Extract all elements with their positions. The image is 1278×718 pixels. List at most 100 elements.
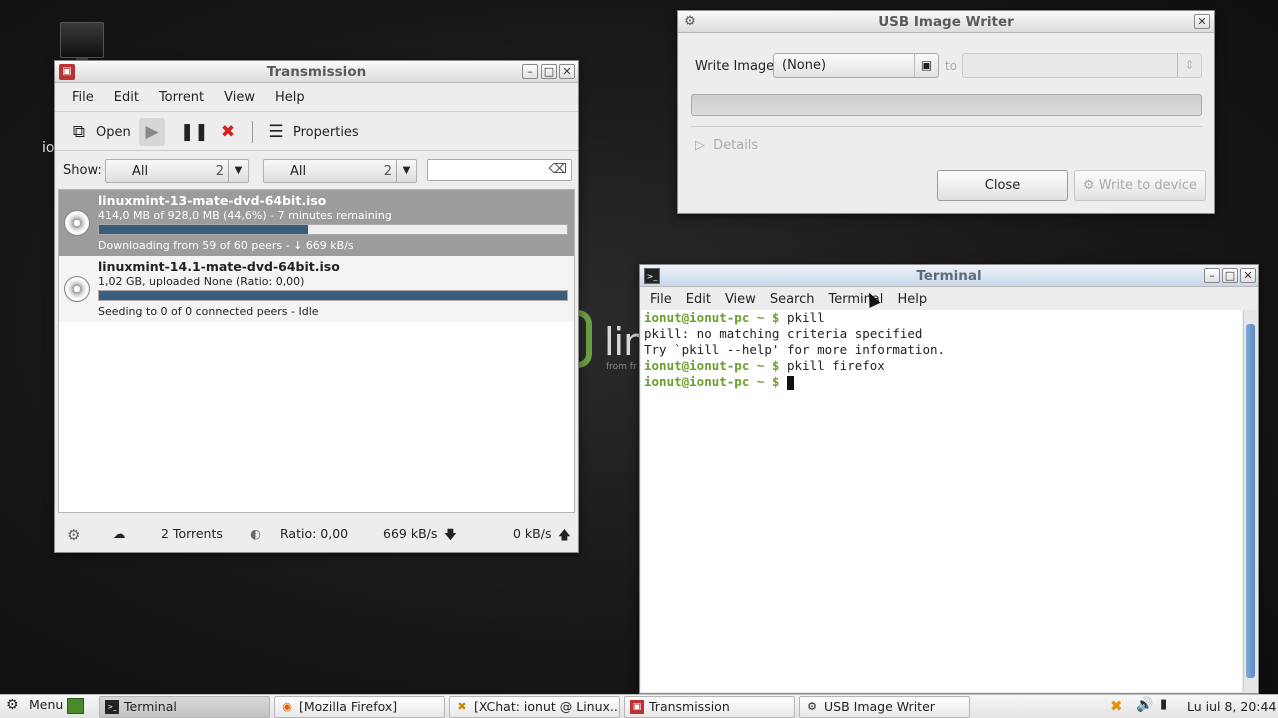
image-file-chooser[interactable]: (None) ▣	[773, 53, 939, 78]
start-button[interactable]: ▶	[139, 118, 165, 146]
menu-view[interactable]: View	[215, 88, 264, 107]
properties-button[interactable]: ☰ Properties	[266, 118, 358, 146]
menu-torrent[interactable]: Torrent	[150, 88, 213, 107]
torrent-list: linuxmint-13-mate-dvd-64bit.iso 414,0 MB…	[58, 189, 575, 513]
torrent-status: Downloading from 59 of 60 peers - ↓ 669 …	[98, 239, 354, 252]
torrent-row[interactable]: linuxmint-14.1-mate-dvd-64bit.iso 1,02 G…	[59, 256, 574, 322]
menu-help[interactable]: Help	[266, 88, 314, 107]
taskbar: ⚙ Menu >_ Terminal ◉ [Mozilla Firefox] ✖ [X…	[0, 694, 1278, 718]
terminal-line: Try `pkill --help' for more information.	[644, 342, 946, 357]
close-dialog-button[interactable]: Close	[937, 170, 1068, 201]
open-button[interactable]: ⧉ Open	[69, 118, 131, 146]
menu-file[interactable]: File	[63, 88, 103, 107]
terminal-output[interactable]: ionut@ionut-pc ~ $ pkill pkill: no match…	[641, 310, 1242, 692]
gear-icon: ⚙	[1082, 178, 1095, 193]
status-bar: ⚙ ☁ 2 Torrents ◐ Ratio: 0,00 669 kB/s 🡇 …	[55, 514, 578, 552]
titlebar[interactable]: ▣ Transmission – □ ✕	[55, 61, 578, 83]
show-desktop-icon[interactable]	[67, 698, 84, 714]
pause-icon: ❚❚	[180, 122, 209, 142]
ratio-icon: ◐	[250, 526, 261, 541]
xchat-tray-icon[interactable]: ✖	[1110, 697, 1123, 715]
remove-button[interactable]: ✖	[218, 118, 238, 146]
upload-speed: 0 kB/s	[513, 526, 552, 541]
usb-image-writer-window: ⚙ USB Image Writer ✕ Write Image: (None)…	[677, 10, 1215, 214]
minimize-button[interactable]: –	[1204, 268, 1220, 283]
close-button[interactable]: ✕	[559, 64, 575, 79]
torrent-progress-text: 414,0 MB of 928,0 MB (44,6%) - 7 minutes…	[98, 209, 392, 222]
open-icon: ⧉	[72, 122, 86, 142]
filter-bar: Show: All 2 ▼ All 2 ▼ ⌫	[55, 159, 578, 185]
tracker-filter-combo[interactable]: All 2 ▼	[263, 159, 417, 183]
remove-icon: ✖	[220, 122, 236, 142]
menu-search[interactable]: Search	[764, 290, 821, 309]
disc-icon	[64, 276, 90, 302]
taskbar-firefox[interactable]: ◉ [Mozilla Firefox]	[274, 696, 445, 718]
chevron-down-icon: ▼	[396, 160, 416, 182]
clear-search-icon[interactable]: ⌫	[549, 162, 567, 177]
taskbar-usb-writer[interactable]: ⚙ USB Image Writer	[799, 696, 970, 718]
desktop-label: io	[42, 140, 55, 156]
clock[interactable]: Lu iul 8, 20:44	[1187, 699, 1276, 714]
activity-filter-combo[interactable]: All 2 ▼	[105, 159, 249, 183]
close-button[interactable]: ✕	[1194, 14, 1210, 29]
to-label: to	[945, 59, 958, 73]
torrent-progress-bar	[98, 224, 568, 235]
volume-icon[interactable]: 🔊	[1136, 697, 1153, 713]
transmission-window: ▣ Transmission – □ ✕ File Edit Torrent V…	[54, 60, 579, 553]
write-image-label: Write Image:	[695, 59, 779, 74]
pause-button[interactable]: ❚❚	[180, 118, 209, 146]
maximize-button[interactable]: □	[541, 64, 557, 79]
menu-edit[interactable]: Edit	[105, 88, 148, 107]
ratio-text[interactable]: Ratio: 0,00	[280, 526, 348, 541]
taskbar-transmission[interactable]: ▣ Transmission	[624, 696, 795, 718]
taskbar-terminal[interactable]: >_ Terminal	[99, 696, 270, 718]
scrollbar-thumb[interactable]	[1246, 324, 1255, 678]
maximize-button[interactable]: □	[1222, 268, 1238, 283]
select-arrows-icon: ⇕	[1177, 54, 1201, 77]
text-cursor	[787, 375, 794, 390]
gear-icon[interactable]: ⚙	[67, 526, 80, 544]
network-signal-icon[interactable]: ▮	[1160, 697, 1167, 712]
menu-button[interactable]: ⚙ Menu	[6, 697, 63, 713]
minimize-button[interactable]: –	[522, 64, 538, 79]
menu-file[interactable]: File	[644, 290, 678, 309]
play-icon: ▶	[145, 122, 159, 142]
window-title: USB Image Writer	[878, 14, 1014, 30]
menu-terminal[interactable]: Terminal	[822, 290, 889, 309]
torrent-row[interactable]: linuxmint-13-mate-dvd-64bit.iso 414,0 MB…	[59, 190, 574, 256]
torrent-progress-bar	[98, 290, 568, 301]
menu-edit[interactable]: Edit	[680, 290, 717, 309]
show-label: Show:	[63, 163, 102, 178]
download-arrow-icon: 🡇	[444, 527, 457, 542]
properties-icon: ☰	[268, 122, 284, 142]
torrent-count: 2 Torrents	[161, 526, 223, 541]
menubar: File Edit View Search Terminal Help	[640, 287, 1258, 311]
close-button[interactable]: ✕	[1240, 268, 1256, 283]
menu-view[interactable]: View	[719, 290, 762, 309]
expander-arrow-icon: ▷	[695, 138, 705, 153]
toolbar: ⧉ Open ▶ ❚❚ ✖ ☰ Properties	[55, 111, 578, 151]
terminal-line: ionut@ionut-pc ~ $ pkill firefox	[644, 358, 885, 373]
torrent-status: Seeding to 0 of 0 connected peers - Idle	[98, 305, 319, 318]
titlebar[interactable]: >_ Terminal – □ ✕	[640, 265, 1258, 287]
file-chooser-icon: ▣	[914, 54, 938, 77]
write-to-device-button[interactable]: ⚙ Write to device	[1074, 170, 1206, 201]
window-title: Transmission	[266, 64, 367, 80]
disc-icon	[64, 210, 90, 236]
torrent-progress-text: 1,02 GB, uploaded None (Ratio: 0,00)	[98, 275, 305, 288]
computer-desktop-icon[interactable]	[60, 22, 104, 63]
turtle-icon[interactable]: ☁	[113, 526, 126, 541]
window-title: Terminal	[916, 268, 982, 284]
taskbar-xchat[interactable]: ✖ [XChat: ionut @ Linux...	[449, 696, 620, 718]
terminal-line: ionut@ionut-pc ~ $ pkill	[644, 310, 825, 325]
menubar: File Edit Torrent View Help	[55, 85, 578, 109]
device-select[interactable]: ⇕	[962, 53, 1202, 78]
search-input[interactable]: ⌫	[427, 159, 572, 181]
terminal-line: pkill: no matching criteria specified	[644, 326, 923, 341]
terminal-line: ionut@ionut-pc ~ $	[644, 374, 1239, 390]
titlebar[interactable]: ⚙ USB Image Writer ✕	[678, 11, 1214, 33]
torrent-name: linuxmint-14.1-mate-dvd-64bit.iso	[98, 259, 340, 274]
menu-help[interactable]: Help	[891, 290, 933, 309]
details-expander[interactable]: ▷ Details	[695, 138, 758, 153]
vertical-scrollbar[interactable]	[1243, 310, 1257, 692]
